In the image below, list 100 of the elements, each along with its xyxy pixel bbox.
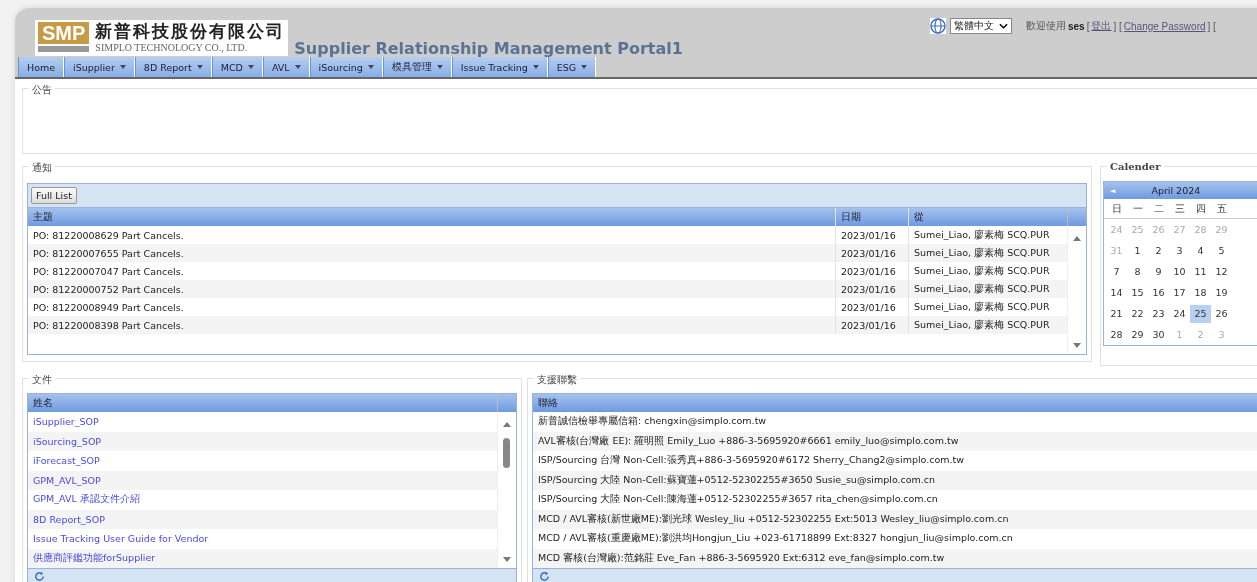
language-select[interactable]: 繁體中文 (950, 18, 1012, 34)
nav-menu-item[interactable]: Issue Tracking (451, 57, 548, 77)
nav-menu-item[interactable]: AVL (262, 57, 310, 77)
nav-menu-item[interactable]: MCD (211, 57, 263, 77)
weekday-label: 二 (1152, 201, 1165, 216)
column-header[interactable]: 日期 (835, 208, 908, 226)
calendar-day[interactable]: 16 (1148, 283, 1169, 302)
user-name: ses (1068, 20, 1085, 32)
chevron-icon (999, 23, 1008, 29)
column-header[interactable]: 姓名 (28, 394, 497, 412)
table-row[interactable]: PO: 81220007655 Part Cancels. 2023/01/16 Sumei_Liao, 廖素梅 SCQ.PUR (28, 244, 1067, 262)
table-cell-text: PO: 81220008949 Part Cancels. (32, 300, 185, 315)
nav-menu-item[interactable]: 模具管理 (382, 57, 452, 77)
nav-menu-item[interactable]: Home (18, 57, 65, 77)
document-link[interactable]: iSourcing_SOP (33, 435, 102, 447)
calendar-day[interactable]: 14 (1106, 283, 1127, 302)
table-cell-text: PO: 81220000752 Part Cancels. (32, 282, 185, 297)
account-link[interactable]: 登出 (1091, 19, 1112, 33)
nav-menu-item[interactable]: iSourcing (309, 57, 383, 77)
table-row[interactable]: PO: 81220008398 Part Cancels. 2023/01/16 Sumei_Liao, 廖素梅 SCQ.PUR (28, 316, 1067, 334)
logo-mark: SMP (38, 22, 90, 44)
column-header[interactable]: 從 (908, 208, 1067, 226)
calendar-day[interactable]: 9 (1148, 262, 1169, 281)
refresh-icon[interactable] (34, 570, 45, 582)
calendar-day[interactable]: 10 (1169, 262, 1190, 281)
account-text: [ (1086, 20, 1090, 32)
calendar-day[interactable]: 23 (1148, 304, 1169, 323)
calendar-day[interactable]: 11 (1190, 262, 1211, 281)
panel-title: 文件 (29, 373, 55, 387)
column-header[interactable]: 主題 (28, 208, 835, 226)
calendar-day[interactable]: 29 (1127, 325, 1148, 344)
document-link[interactable]: iSupplier_SOP (33, 416, 99, 428)
full-list-button[interactable]: Full List (31, 187, 77, 204)
calendar-day[interactable]: 5 (1211, 241, 1232, 260)
calendar-day[interactable]: 7 (1106, 262, 1127, 281)
account-link[interactable]: Change Password (1123, 20, 1206, 32)
calendar-day[interactable]: 19 (1211, 283, 1232, 302)
panel-title: 通知 (29, 161, 55, 175)
table-cell: Sumei_Liao, 廖素梅 SCQ.PUR (908, 244, 1067, 262)
calendar-day[interactable]: 3 (1169, 241, 1190, 260)
calendar-day[interactable]: 1 (1127, 241, 1148, 260)
nav-menu-item[interactable]: iSupplier (64, 57, 135, 77)
panel-title: 支援聯繫 (534, 373, 580, 387)
weekday-label: 日 (1110, 201, 1123, 216)
calendar-day[interactable]: 28 (1106, 325, 1127, 344)
company-name-english: SIMPLO TECHNOLOGY CO., LTD. (95, 42, 249, 54)
calendar-day[interactable]: 30 (1148, 325, 1169, 344)
calendar-day[interactable]: 21 (1106, 304, 1127, 323)
calendar-day[interactable]: 15 (1127, 283, 1148, 302)
calendar-day[interactable]: 8 (1127, 262, 1148, 281)
column-header[interactable]: 聯絡 (533, 394, 1257, 412)
table-cell: Sumei_Liao, 廖素梅 SCQ.PUR (908, 316, 1067, 334)
contact-entry: ISP/Sourcing 台灣 Non-Cell:張秀真+886-3-5695920#6172 Sherry_Chang2@simplo.com.tw (538, 454, 965, 468)
globe-icon[interactable] (930, 18, 946, 34)
table-cell: 2023/01/16 (835, 280, 908, 298)
calendar-day[interactable]: 26 (1211, 304, 1232, 323)
document-link[interactable]: 8D Report_SOP (33, 513, 105, 525)
calendar-day[interactable]: 12 (1211, 262, 1232, 281)
contact-entry: 新普誠信檢舉專屬信箱: chengxin@simplo.com.tw (538, 415, 767, 429)
panel-title: 公告 (29, 83, 55, 97)
contact-entry: MCD / AVL審核(新世廠ME):劉光球 Wesley_liu +0512-52302255 Ext:5013 Wesley_liu@simplo.com.cn (538, 512, 1009, 526)
account-text: ] [ (1113, 20, 1122, 32)
weekday-label: 一 (1131, 201, 1144, 216)
panel-title: Calender (1107, 161, 1164, 172)
table-cell: Sumei_Liao, 廖素梅 SCQ.PUR (908, 280, 1067, 298)
document-link[interactable]: 供應商評鑑功能forSupplier (33, 551, 156, 565)
portal-title: Supplier Relationship Management Portal1 (294, 39, 683, 58)
account-text: ] [ (1207, 20, 1216, 32)
contact-entry: MCD 審核(台灣廠):范銘莊 Eve_Fan +886-3-5695920 Ext:6312 eve_fan@simplo.com.tw (538, 551, 945, 565)
contact-entry: MCD / AVL審核(重慶廠ME):劉洪均Hongjun_Liu +023-61718899 Ext:8327 hongjun_liu@simplo.com.cn (538, 532, 1013, 546)
weekday-label: 五 (1215, 201, 1228, 216)
nav-menu-item[interactable]: ESG (547, 57, 597, 77)
document-link[interactable]: Issue Tracking User Guide for Vendor (33, 533, 209, 545)
calendar-day[interactable]: 25 (1190, 304, 1211, 323)
weekday-label: 三 (1173, 201, 1186, 216)
calendar-day[interactable]: 24 (1169, 304, 1190, 323)
refresh-icon[interactable] (539, 570, 550, 582)
table-cell-text: PO: 81220008629 Part Cancels. (32, 228, 185, 243)
calendar-day[interactable]: 4 (1190, 241, 1211, 260)
document-link[interactable]: iForecast_SOP (33, 455, 100, 467)
table-cell-text: PO: 81220007047 Part Cancels. (32, 264, 185, 279)
contact-entry: ISP/Sourcing 大陸 Non-Cell:陳海蓮+0512-52302255#3657 rita_chen@simplo.com.cn (538, 493, 938, 507)
table-cell: 2023/01/16 (835, 244, 908, 262)
document-link[interactable]: GPM_AVL 承認文件介紹 (33, 493, 140, 507)
contact-entry: AVL審核(台灣廠 EE): 羅明照 Emily_Luo +886-3-5695920#6661 emily_luo@simplo.com.tw (538, 434, 959, 448)
nav-menu-item[interactable]: 8D Report (134, 57, 212, 77)
calendar-day[interactable]: 18 (1190, 283, 1211, 302)
table-cell-text: PO: 81220008398 Part Cancels. (32, 318, 185, 333)
calendar-day[interactable]: 22 (1127, 304, 1148, 323)
contact-entry: ISP/Sourcing 大陸 Non-Cell:蘇寶蓮+0512-52302255#3650 Susie_su@simplo.com.cn (538, 473, 936, 487)
company-name: 新普科技股份有限公司 (95, 22, 286, 42)
calendar-day[interactable]: 2 (1148, 241, 1169, 260)
weekday-label: 四 (1194, 201, 1207, 216)
account-text: 歡迎使用 (1026, 19, 1066, 33)
table-cell-text: PO: 81220007655 Part Cancels. (32, 246, 185, 261)
table-row[interactable]: PO: 81220000752 Part Cancels. 2023/01/16 Sumei_Liao, 廖素梅 SCQ.PUR (28, 280, 1067, 298)
document-link[interactable]: GPM_AVL_SOP (33, 474, 101, 486)
table-cell: 2023/01/16 (835, 316, 908, 334)
month-title: April 2024 (1151, 185, 1201, 196)
calendar-day[interactable]: 17 (1169, 283, 1190, 302)
